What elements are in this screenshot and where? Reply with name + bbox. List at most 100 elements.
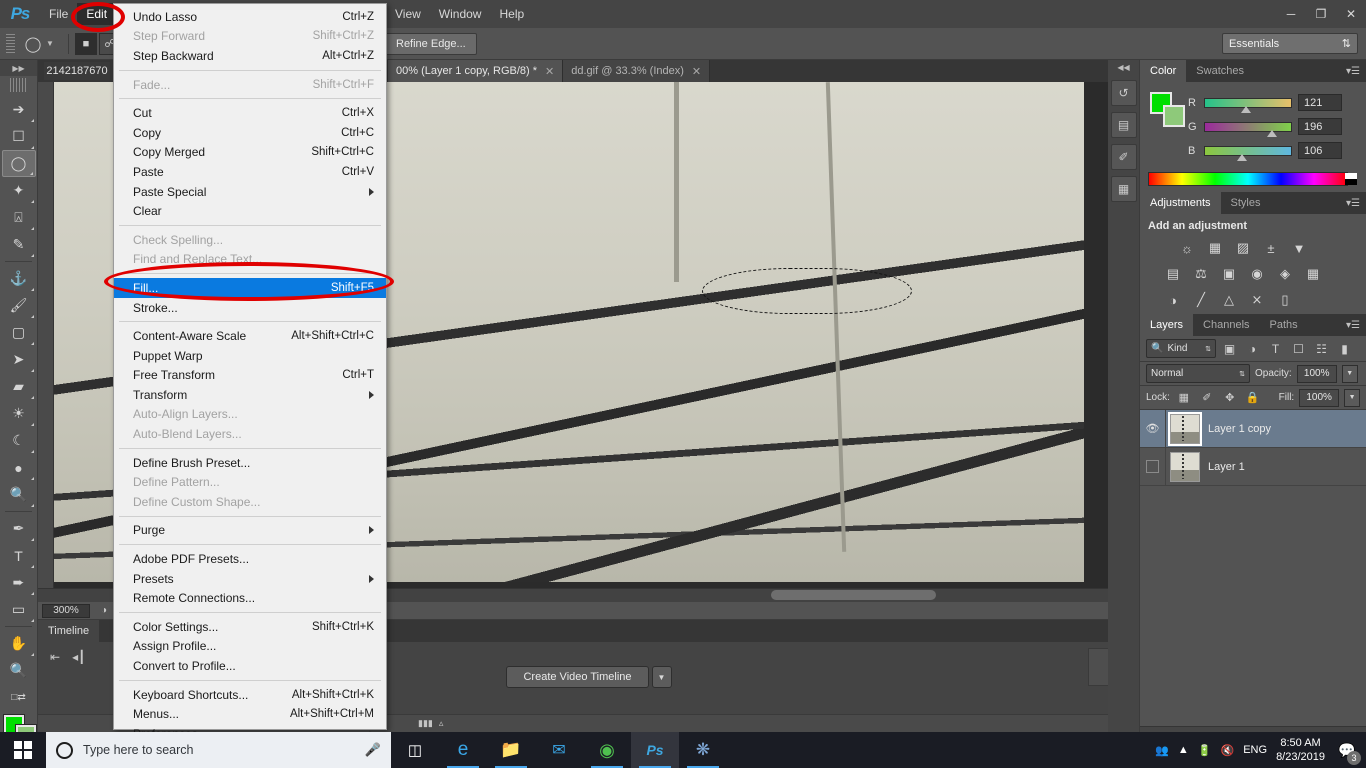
- timeline-grip[interactable]: ▮▮▮: [418, 718, 433, 729]
- move-tool[interactable]: ➔: [2, 96, 36, 123]
- minimize-button[interactable]: ─: [1276, 0, 1306, 28]
- go-to-first-frame-icon[interactable]: ⇤: [50, 650, 60, 664]
- color-spectrum-ramp[interactable]: [1148, 172, 1348, 186]
- menu-item-paste[interactable]: Paste Ctrl+V: [114, 162, 386, 182]
- tab-swatches[interactable]: Swatches: [1186, 60, 1254, 82]
- tab-layers[interactable]: Layers: [1140, 314, 1194, 336]
- eraser-tool[interactable]: ▰: [2, 373, 36, 400]
- fill-chevron-down-icon[interactable]: ▼: [1344, 388, 1361, 407]
- gif-app-icon[interactable]: ❋: [679, 732, 727, 768]
- menu-file[interactable]: File: [40, 3, 77, 25]
- selective-color-icon[interactable]: ⨯: [1246, 290, 1268, 310]
- chrome-icon[interactable]: ◉: [583, 732, 631, 768]
- photoshop-icon[interactable]: Ps: [631, 732, 679, 768]
- layer-visibility-toggle[interactable]: 👁: [1140, 409, 1166, 448]
- exposure-icon[interactable]: ±: [1260, 238, 1282, 258]
- close-icon[interactable]: ✕: [545, 65, 554, 78]
- levels-icon[interactable]: ▦: [1204, 238, 1226, 258]
- dock-collapse-button[interactable]: ◀◀: [1108, 60, 1139, 74]
- brightness-contrast-icon[interactable]: ☼: [1176, 238, 1198, 258]
- document-info-icon[interactable]: ◑: [96, 604, 112, 618]
- lasso-tool-icon[interactable]: ◯: [20, 32, 46, 56]
- menu-item-define-brush-preset[interactable]: Define Brush Preset...: [114, 453, 386, 473]
- brush-tool[interactable]: 🖌: [2, 292, 36, 319]
- workspace-switcher[interactable]: Essentials ⇅: [1222, 33, 1358, 54]
- timeline-resize-icon[interactable]: ▵: [439, 718, 444, 729]
- layer-row-layer-1[interactable]: Layer 1: [1140, 447, 1366, 486]
- history-panel-icon[interactable]: ↺: [1110, 80, 1137, 106]
- clock[interactable]: 8:50 AM 8/23/2019: [1276, 736, 1325, 764]
- menu-item-clear[interactable]: Clear: [114, 201, 386, 221]
- file-explorer-icon[interactable]: 📁: [487, 732, 535, 768]
- layer-name[interactable]: Layer 1: [1208, 461, 1245, 473]
- shape-filter-icon[interactable]: ☐: [1289, 339, 1308, 358]
- type-filter-icon[interactable]: T: [1266, 339, 1285, 358]
- create-video-timeline-button[interactable]: Create Video Timeline: [506, 666, 649, 688]
- refine-edge-button[interactable]: Refine Edge...: [385, 32, 477, 55]
- red-slider[interactable]: [1204, 97, 1292, 113]
- menu-item-fill[interactable]: Fill... Shift+F5: [114, 278, 386, 298]
- tab-paths[interactable]: Paths: [1260, 314, 1308, 336]
- start-button[interactable]: [0, 732, 46, 768]
- create-timeline-chevron-down-icon[interactable]: ▼: [651, 666, 672, 688]
- opacity-chevron-down-icon[interactable]: ▼: [1341, 364, 1358, 383]
- tool-preset-chevron-down-icon[interactable]: ▼: [46, 39, 54, 48]
- toolbar-grip[interactable]: [9, 78, 28, 92]
- close-button[interactable]: ✕: [1336, 0, 1366, 28]
- rectangle-tool[interactable]: ▭: [2, 596, 36, 623]
- tab-styles[interactable]: Styles: [1221, 192, 1271, 214]
- color-panel-menu-icon[interactable]: ▾☰: [1346, 66, 1360, 77]
- zoom-tool[interactable]: 🔍: [2, 657, 36, 684]
- blue-value-field[interactable]: 106: [1298, 142, 1342, 159]
- menu-item-keyboard-shortcuts[interactable]: Keyboard Shortcuts... Alt+Shift+Ctrl+K: [114, 685, 386, 705]
- new-selection-button[interactable]: ■: [74, 32, 97, 55]
- menu-window[interactable]: Window: [430, 3, 491, 25]
- dodge-tool[interactable]: ●: [2, 454, 36, 481]
- language-indicator[interactable]: ENG: [1243, 744, 1267, 756]
- quick-selection-tool[interactable]: ✦: [2, 177, 36, 204]
- document-tab-ddgif[interactable]: dd.gif @ 33.3% (Index) ✕: [563, 60, 711, 82]
- lasso-tool[interactable]: ◯: [1, 150, 36, 177]
- lock-transparent-pixels-icon[interactable]: ▦: [1175, 389, 1193, 407]
- filter-toggle-switch[interactable]: ▮: [1335, 339, 1354, 358]
- channel-mixer-icon[interactable]: ◈: [1274, 264, 1296, 284]
- mail-icon[interactable]: ✉: [535, 732, 583, 768]
- threshold-icon[interactable]: △: [1218, 290, 1240, 310]
- color-lookup-icon[interactable]: ▦: [1302, 264, 1324, 284]
- red-slider-thumb[interactable]: [1241, 105, 1251, 113]
- task-view-icon[interactable]: ◫: [391, 732, 439, 768]
- hand-tool[interactable]: ✋: [2, 630, 36, 657]
- menu-item-puppet-warp[interactable]: Puppet Warp: [114, 346, 386, 366]
- people-icon[interactable]: 👥: [1155, 744, 1169, 757]
- photo-filter-icon[interactable]: ◉: [1246, 264, 1268, 284]
- menu-item-transform[interactable]: Transform: [114, 385, 386, 405]
- menu-view[interactable]: View: [386, 3, 430, 25]
- menu-item-purge[interactable]: Purge: [114, 521, 386, 541]
- posterize-icon[interactable]: ╱: [1190, 290, 1212, 310]
- tab-color[interactable]: Color: [1140, 60, 1187, 82]
- menu-item-copy-merged[interactable]: Copy Merged Shift+Ctrl+C: [114, 143, 386, 163]
- tab-timeline[interactable]: Timeline: [38, 620, 100, 642]
- blur-tool[interactable]: ☾: [2, 427, 36, 454]
- brush-panel-icon[interactable]: ✐: [1110, 144, 1137, 170]
- green-value-field[interactable]: 196: [1298, 118, 1342, 135]
- gradient-tool[interactable]: ☀: [2, 400, 36, 427]
- toolbar-collapse-button[interactable]: ▶▶: [0, 60, 37, 76]
- close-icon[interactable]: ✕: [692, 65, 701, 78]
- spot-healing-brush-tool[interactable]: ⚓: [2, 265, 36, 292]
- curves-icon[interactable]: ▨: [1232, 238, 1254, 258]
- gradient-map-icon[interactable]: ▯: [1274, 290, 1296, 310]
- red-value-field[interactable]: 121: [1298, 94, 1342, 111]
- menu-edit[interactable]: Edit: [77, 3, 117, 25]
- menu-item-assign-profile[interactable]: Assign Profile...: [114, 637, 386, 657]
- pen-tool[interactable]: ✒: [2, 515, 36, 542]
- menu-item-content-aware-scale[interactable]: Content-Aware Scale Alt+Shift+Ctrl+C: [114, 326, 386, 346]
- menu-item-step-backward[interactable]: Step Backward Alt+Ctrl+Z: [114, 46, 386, 66]
- green-slider[interactable]: [1204, 121, 1292, 137]
- menu-item-free-transform[interactable]: Free Transform Ctrl+T: [114, 366, 386, 386]
- options-bar-grip[interactable]: [6, 33, 15, 54]
- color-panel-swatches[interactable]: [1150, 92, 1186, 128]
- canvas-horizontal-scroll-thumb[interactable]: [771, 590, 936, 600]
- adjustments-panel-menu-icon[interactable]: ▾☰: [1346, 198, 1360, 209]
- menu-item-remote-connections[interactable]: Remote Connections...: [114, 588, 386, 608]
